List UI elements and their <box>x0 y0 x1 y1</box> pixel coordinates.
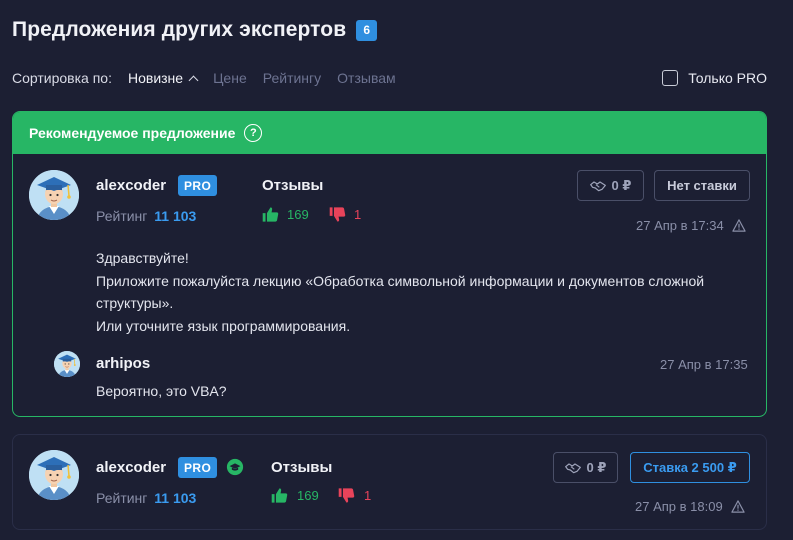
expert-username[interactable]: alexcoder <box>96 459 166 476</box>
rating-label: Рейтинг <box>96 208 148 224</box>
pro-only-checkbox[interactable] <box>662 70 679 86</box>
expert-username[interactable]: alexcoder <box>96 177 166 194</box>
offer-date: 27 Апр в 18:09 <box>635 499 745 514</box>
reply-text: Вероятно, это VBA? <box>96 383 227 399</box>
chevron-up-icon <box>188 75 199 85</box>
reviews-label: Отзывы <box>262 177 324 194</box>
expert-rating: Рейтинг 11 103 <box>96 490 196 506</box>
recommended-heading: Рекомендуемое предложение <box>29 125 236 141</box>
pro-only-filter[interactable]: Только PRO <box>662 70 767 86</box>
recommended-offer-card: Рекомендуемое предложение ? alexcoder PR… <box>12 111 767 417</box>
avatar-image <box>29 170 79 220</box>
sort-option-reviews[interactable]: Отзывам <box>337 70 395 86</box>
avatar[interactable] <box>29 170 79 220</box>
no-stake-button[interactable]: Нет ставки <box>654 170 750 201</box>
verified-icon <box>226 458 244 476</box>
price-box: 0 ₽ <box>553 452 618 483</box>
sort-bar: Сортировка по: Новизне Цене Рейтингу Отз… <box>12 70 412 86</box>
rating-value: 11 103 <box>154 208 197 224</box>
rating-value: 11 103 <box>154 490 197 506</box>
offer-message: Здравствуйте! Приложите пожалуйста лекци… <box>96 247 736 337</box>
reply-avatar[interactable] <box>54 351 80 377</box>
price-box: 0 ₽ <box>577 170 644 201</box>
stake-button[interactable]: Ставка 2 500 ₽ <box>630 452 750 483</box>
dislikes-count: 1 <box>364 488 372 503</box>
likes-count: 169 <box>297 488 319 503</box>
offer-date-text: 27 Апр в 18:09 <box>635 499 723 514</box>
rating-label: Рейтинг <box>96 490 148 506</box>
handshake-icon <box>590 180 606 192</box>
page: Предложения других экспертов 6 Сортировк… <box>0 0 793 540</box>
offers-count-badge: 6 <box>356 19 378 41</box>
offer-date: 27 Апр в 17:34 <box>636 218 746 233</box>
reply-username[interactable]: arhipos <box>96 355 150 372</box>
page-header: Предложения других экспертов 6 <box>12 18 378 42</box>
thumbs-up-icon <box>262 206 279 223</box>
message-line: Или уточните язык программирования. <box>96 317 351 334</box>
help-icon[interactable]: ? <box>244 124 263 142</box>
reply-date: 27 Апр в 17:35 <box>660 357 748 372</box>
thumbs-down-icon <box>338 487 355 504</box>
dislikes-count: 1 <box>354 207 362 222</box>
pro-badge: PRO <box>178 175 218 196</box>
pro-only-label: Только PRO <box>688 70 767 86</box>
thumbs-up-icon <box>271 487 288 504</box>
avatar[interactable] <box>29 450 79 500</box>
message-line: Приложите пожалуйста лекцию «Обработка с… <box>96 272 705 312</box>
recommended-header: Рекомендуемое предложение ? <box>13 112 766 154</box>
reviews-label: Отзывы <box>271 459 333 476</box>
avatar-image <box>54 351 80 377</box>
offer-card: alexcoder PRO Рейтинг 11 103 Отзывы 169 … <box>12 434 767 530</box>
warning-icon[interactable] <box>731 500 745 513</box>
sort-option-rating[interactable]: Рейтингу <box>263 70 321 86</box>
thumbs-down-icon <box>329 206 346 223</box>
price-value: 0 ₽ <box>586 459 607 475</box>
expert-rating: Рейтинг 11 103 <box>96 208 196 224</box>
warning-icon[interactable] <box>732 219 746 232</box>
likes-count: 169 <box>287 207 309 222</box>
message-line: Здравствуйте! <box>96 250 189 266</box>
sort-option-price[interactable]: Цене <box>213 70 247 86</box>
pro-badge: PRO <box>178 457 218 478</box>
offer-date-text: 27 Апр в 17:34 <box>636 218 724 233</box>
handshake-icon <box>565 462 581 474</box>
avatar-image <box>29 450 79 500</box>
sort-option-newest[interactable]: Новизне <box>127 70 199 86</box>
sort-label: Сортировка по: <box>12 70 112 86</box>
sort-option-label: Новизне <box>127 70 184 86</box>
price-value: 0 ₽ <box>611 177 632 193</box>
page-title: Предложения других экспертов <box>12 18 347 41</box>
